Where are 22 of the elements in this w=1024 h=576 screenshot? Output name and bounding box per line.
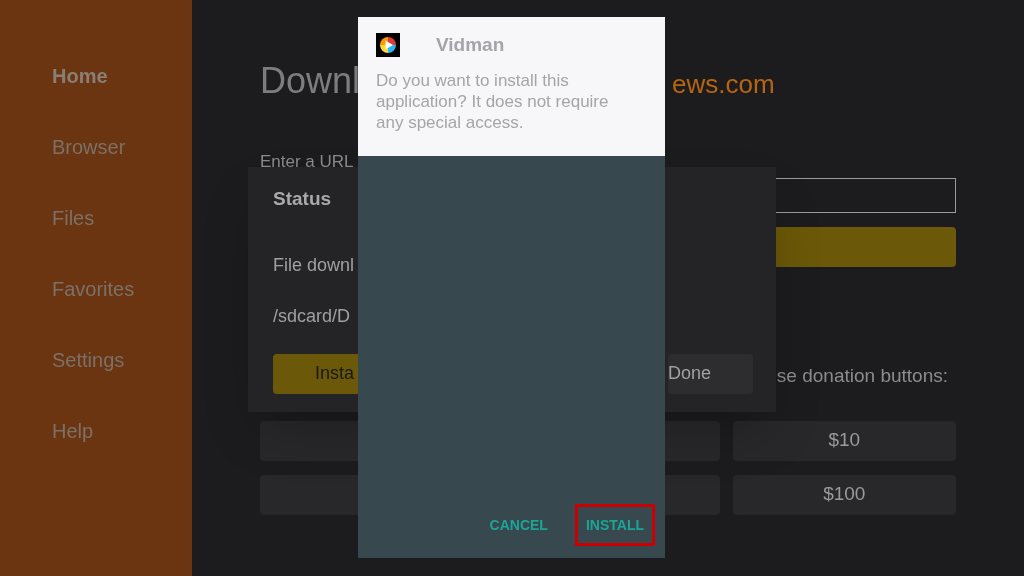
donation-button[interactable]: $100 <box>732 474 956 515</box>
sidebar-item[interactable]: Files <box>52 204 95 232</box>
install-message: Do you want to install this application? It does not require any special access. <box>376 69 610 133</box>
status-message: File downl <box>273 253 355 277</box>
dialog-button[interactable]: INSTALL <box>574 504 655 546</box>
url-label: Enter a URL <box>260 152 354 172</box>
status-title: Status <box>273 187 332 211</box>
donation-text: se donation buttons: <box>776 364 948 388</box>
done-button[interactable]: Done <box>668 353 753 394</box>
sidebar-item[interactable]: Home <box>52 62 108 90</box>
sidebar-item[interactable]: Browser <box>52 133 126 161</box>
app-logo-icon <box>376 33 400 58</box>
dialog-button[interactable]: CANCEL <box>478 504 559 546</box>
file-path: /sdcard/D <box>273 304 351 328</box>
confirm-button[interactable]: Insta <box>273 353 358 394</box>
sidebar-item[interactable]: Settings <box>52 346 125 374</box>
donation-button[interactable]: $10 <box>732 420 956 461</box>
app-name: Vidman <box>436 33 505 57</box>
page-title: Downl <box>260 59 361 103</box>
sidebar-item[interactable]: Help <box>52 417 94 445</box>
sidebar-item[interactable]: Favorites <box>52 275 135 303</box>
website-name: ews.com <box>672 68 775 101</box>
